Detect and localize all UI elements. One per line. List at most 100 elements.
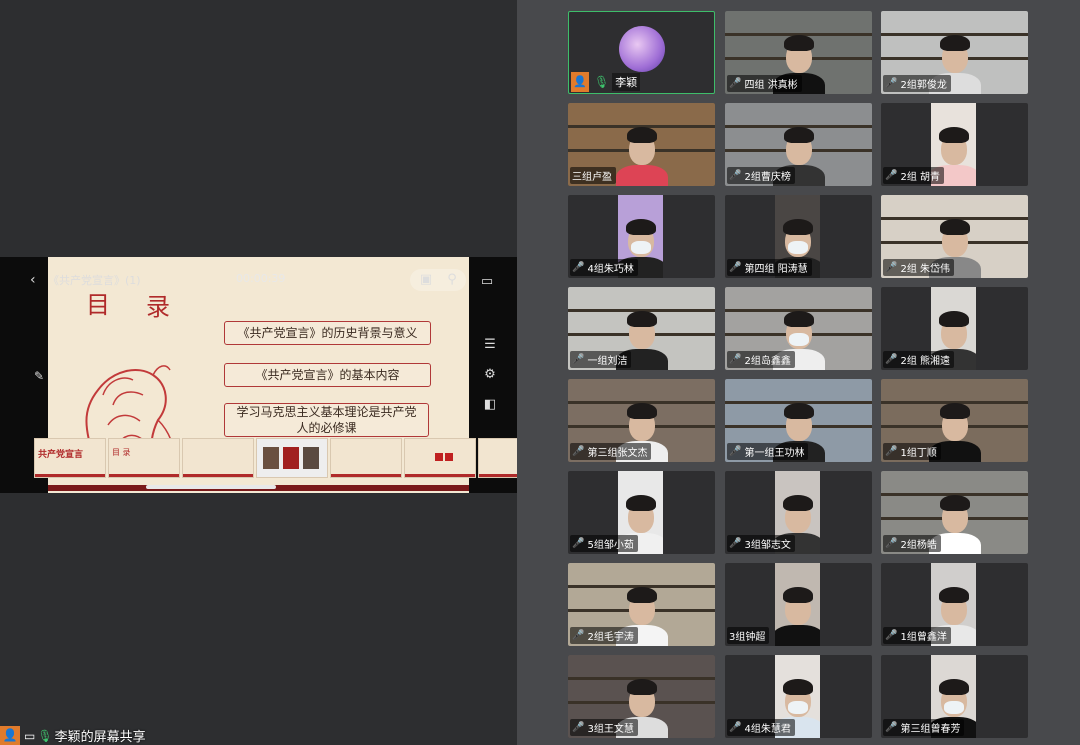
participant-nameplate: 🎤 2组 朱岱伟 — [883, 259, 954, 276]
participant-tile[interactable]: 🎤 1组丁顺 — [881, 379, 1028, 462]
mic-muted-icon: 🎤 — [572, 446, 585, 457]
camera-switch-icon[interactable]: ▣ — [418, 272, 434, 288]
participant-nameplate: 👤 🎙 李颖 — [571, 72, 641, 92]
share-timer: 00:00:39 — [236, 272, 286, 285]
participant-tile[interactable]: 🎤 2组毛宇涛 — [568, 563, 715, 646]
participant-nameplate: 🎤 2组 熊湘遠 — [883, 351, 954, 368]
mic-on-icon: 🎙 — [594, 75, 610, 89]
participant-tile[interactable]: 🎤 3组王文慧 — [568, 655, 715, 738]
participant-name: 2组杨皓 — [900, 540, 937, 551]
participant-tile[interactable]: 🎤 1组曾鑫洋 — [881, 563, 1028, 646]
participant-nameplate: 🎤 4组朱巧林 — [570, 259, 638, 276]
participant-name: 2组 熊湘遠 — [900, 356, 950, 367]
participant-tile[interactable]: 🎤 3组邹志文 — [725, 471, 872, 554]
mic-muted-icon: 🎤 — [729, 722, 742, 733]
participant-nameplate: 三组卢盈 — [570, 167, 616, 184]
slide-thumbnail[interactable]: 共产党宣言 — [34, 438, 106, 478]
participant-tile[interactable]: 🎤 4组朱慧君 — [725, 655, 872, 738]
participant-name: 四组 洪真彬 — [744, 80, 798, 91]
participant-name: 1组曾鑫洋 — [900, 632, 947, 643]
mic-muted-icon: 🎤 — [885, 170, 898, 181]
screen-share-icon: ▭ — [24, 728, 36, 743]
mic-muted-icon: 🎤 — [729, 170, 742, 181]
mic-muted-icon: 🎤 — [885, 446, 898, 457]
slide-thumbnail[interactable] — [330, 438, 402, 478]
participant-nameplate: 🎤 3组邹志文 — [727, 535, 795, 552]
participant-tile[interactable]: 🎤 第三组张文杰 — [568, 379, 715, 462]
participant-name: 1组丁顺 — [900, 448, 937, 459]
participant-nameplate: 🎤 2组毛宇涛 — [570, 627, 638, 644]
participant-name: 5组邹小茹 — [587, 540, 634, 551]
participant-tile[interactable]: 🎤 第三组曾春芳 — [881, 655, 1028, 738]
person-settings-icon[interactable]: ⚲ — [444, 272, 460, 288]
back-arrow-icon[interactable]: ‹ — [30, 269, 36, 291]
person-icon: 👤 — [571, 72, 589, 92]
pencil-icon[interactable]: ✎ — [34, 369, 44, 383]
participant-tile[interactable]: 🎤 一组刘洁 — [568, 287, 715, 370]
slide-thumbnail[interactable] — [256, 438, 328, 478]
participant-name: 第三组张文杰 — [587, 448, 648, 459]
mic-muted-icon: 🎤 — [729, 538, 742, 549]
participant-tile[interactable]: 🎤 2组 胡青 — [881, 103, 1028, 186]
participant-name: 4组朱巧林 — [587, 264, 634, 275]
participant-name: 2组曹庆榜 — [744, 172, 791, 183]
participant-name: 3组邹志文 — [744, 540, 791, 551]
participant-tile[interactable]: 🎤 第四组 阳涛慧 — [725, 195, 872, 278]
toc-item-3: 学习马克思主义基本理论是共产党人的必修课 — [224, 403, 429, 437]
slide-thumbnail[interactable] — [478, 438, 518, 478]
participant-nameplate: 🎤 1组曾鑫洋 — [883, 627, 951, 644]
notes-icon[interactable]: ☰ — [482, 337, 498, 353]
participant-nameplate: 🎤 一组刘洁 — [570, 351, 632, 368]
participant-tile[interactable]: 三组卢盈 — [568, 103, 715, 186]
participant-tile[interactable]: 🎤 5组邹小茹 — [568, 471, 715, 554]
mic-muted-icon: 🎤 — [885, 262, 898, 273]
participant-name: 第四组 阳涛慧 — [744, 264, 808, 275]
participant-name: 4组朱慧君 — [744, 724, 791, 735]
mic-muted-icon: 🎤 — [729, 78, 742, 89]
share-topbar: ‹ 《共产党宣言》(1) 00:00:39 ▣ ⚲ — [0, 269, 517, 291]
participant-tile[interactable]: 🎤 4组朱巧林 — [568, 195, 715, 278]
participant-tile[interactable]: 3组钟超 — [725, 563, 872, 646]
mic-muted-icon: 🎤 — [885, 78, 898, 89]
participant-tile[interactable]: 🎤 2组 朱岱伟 — [881, 195, 1028, 278]
participant-name: 2组 朱岱伟 — [900, 264, 950, 275]
thumbnail-title: 共产党宣言 — [38, 450, 84, 460]
participant-nameplate: 3组钟超 — [727, 627, 770, 644]
slide-thumbnail[interactable] — [182, 438, 254, 478]
shared-screen-area: 目 录 《共产党宣言》的历史背景与意义 《共产党宣言》的基本内容 学习马克思主义… — [0, 0, 518, 745]
mic-muted-icon: 🎤 — [885, 722, 898, 733]
participant-nameplate: 🎤 第一组王功林 — [727, 443, 809, 460]
mic-muted-icon: 🎤 — [885, 630, 898, 641]
participant-tile[interactable]: 🎤 2组郭俊龙 — [881, 11, 1028, 94]
participant-tile[interactable]: 🎤 2组岛鑫鑫 — [725, 287, 872, 370]
participant-tile[interactable]: 👤 🎙 李颖 — [568, 11, 715, 94]
mic-muted-icon: 🎤 — [572, 630, 585, 641]
participant-name: 第三组曾春芳 — [900, 724, 961, 735]
mic-muted-icon: 🎤 — [572, 262, 585, 273]
participant-tile[interactable]: 🎤 2组 熊湘遠 — [881, 287, 1028, 370]
thumbnail-scrollbar-thumb[interactable] — [146, 485, 276, 489]
participant-name: 李颖 — [612, 73, 641, 91]
gear-icon[interactable]: ⚙ — [482, 367, 498, 383]
slide-thumbnail[interactable]: 目 录 — [108, 438, 180, 478]
mic-muted-icon: 🎤 — [572, 722, 585, 733]
participant-nameplate: 🎤 2组曹庆榜 — [727, 167, 795, 184]
participant-tile[interactable]: 🎤 第一组王功林 — [725, 379, 872, 462]
participant-nameplate: 🎤 第三组曾春芳 — [883, 719, 965, 736]
slide-thumbnail[interactable] — [404, 438, 476, 478]
participant-tile[interactable]: 🎤 2组杨皓 — [881, 471, 1028, 554]
participant-name: 2组 胡青 — [900, 172, 940, 183]
participant-nameplate: 🎤 2组杨皓 — [883, 535, 941, 552]
participant-nameplate: 🎤 2组岛鑫鑫 — [727, 351, 795, 368]
layout-icon[interactable]: ◧ — [482, 397, 498, 413]
participant-tile[interactable]: 🎤 四组 洪真彬 — [725, 11, 872, 94]
participant-gallery: 👤 🎙 李颖 🎤 四组 洪真彬 🎤 2组郭俊龙 三组卢盈 🎤 2组曹庆榜 🎤 2组 胡青 🎤 4组朱巧林 🎤… — [517, 0, 1080, 745]
participant-nameplate: 🎤 3组王文慧 — [570, 719, 638, 736]
sharer-name: 李颖的屏幕共享 — [54, 730, 146, 745]
share-tools-pill: ▣ ⚲ — [410, 269, 466, 291]
mic-muted-icon: 🎤 — [572, 354, 585, 365]
participant-nameplate: 🎤 第四组 阳涛慧 — [727, 259, 812, 276]
participant-nameplate: 🎤 4组朱慧君 — [727, 719, 795, 736]
person-icon: 👤 — [0, 726, 20, 745]
participant-tile[interactable]: 🎤 2组曹庆榜 — [725, 103, 872, 186]
